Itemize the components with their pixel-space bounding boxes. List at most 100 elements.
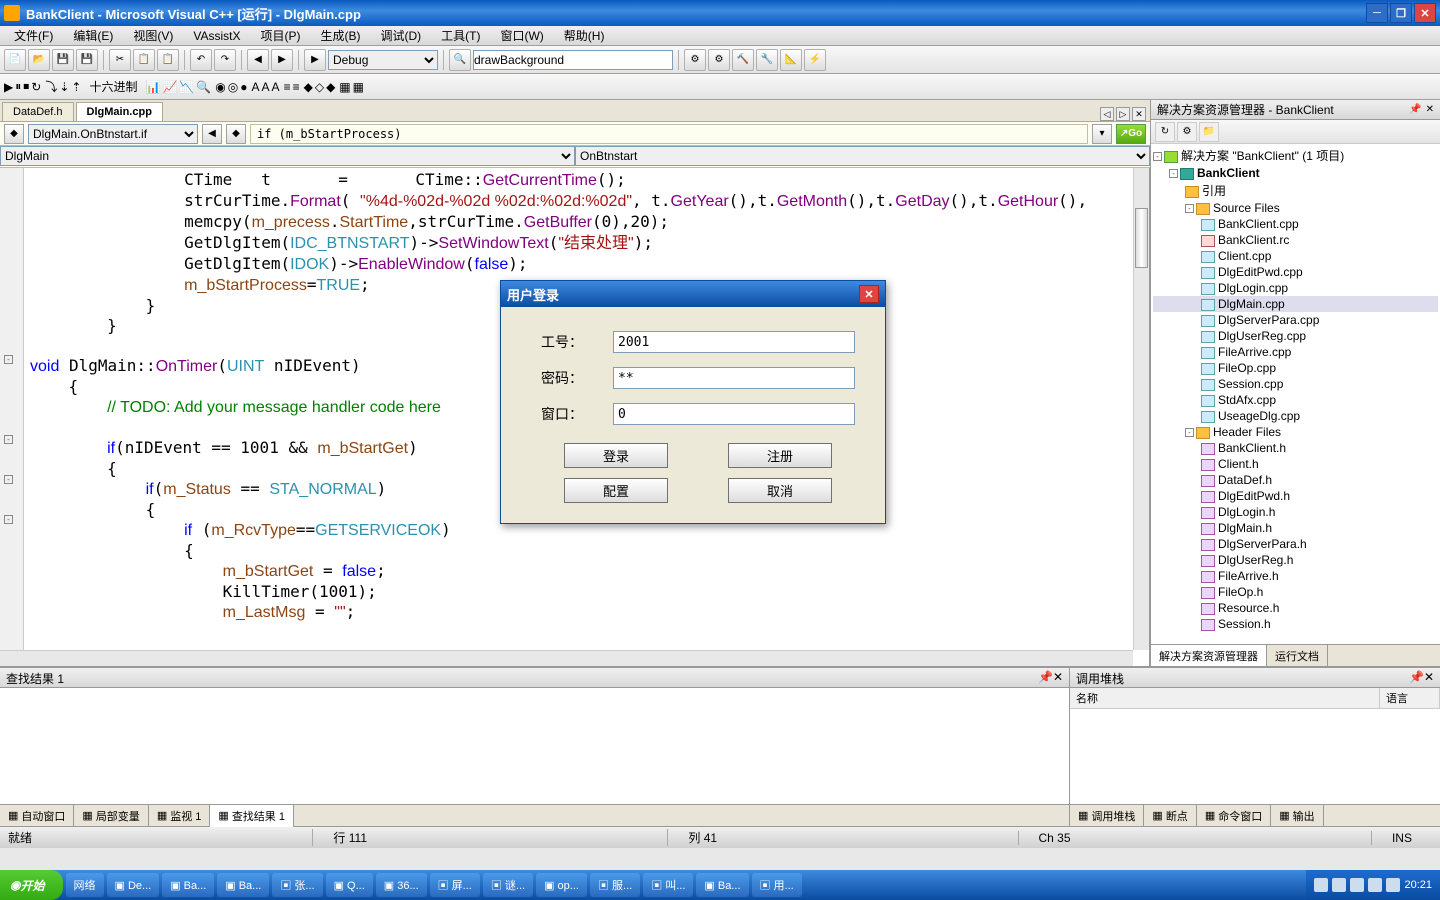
taskbar-app[interactable]: ▣ 谜...: [483, 873, 533, 897]
taskbar-app[interactable]: ▣ 叫...: [643, 873, 693, 897]
taskbar-app[interactable]: ▣ 服...: [590, 873, 640, 897]
tab-datadef[interactable]: DataDef.h: [2, 102, 74, 121]
tool-button[interactable]: 📊: [145, 80, 160, 94]
tab-close-icon[interactable]: ✕: [1132, 107, 1146, 121]
menu-build[interactable]: 生成(B): [310, 25, 370, 46]
nav-fwd-button[interactable]: ▶: [271, 49, 293, 71]
tray-icon[interactable]: [1368, 878, 1382, 892]
tool-button[interactable]: ◇: [315, 80, 324, 94]
find-icon[interactable]: 🔍: [449, 49, 471, 71]
callstack-body[interactable]: [1070, 709, 1440, 804]
menu-project[interactable]: 项目(P): [250, 25, 310, 46]
tool-button[interactable]: A: [272, 80, 280, 94]
pin-icon[interactable]: 📌: [1038, 670, 1053, 685]
solution-tree[interactable]: -解决方案 "BankClient" (1 项目)-BankClient引用-S…: [1151, 144, 1440, 644]
tool-button[interactable]: ◎: [228, 80, 238, 94]
breadcrumb[interactable]: if (m_bStartProcess): [250, 124, 1088, 144]
new-button[interactable]: 📄: [4, 49, 26, 71]
cut-button[interactable]: ✂: [109, 49, 131, 71]
taskbar-app[interactable]: ▣ Q...: [326, 873, 373, 897]
tool-button[interactable]: 🔍: [196, 80, 211, 94]
open-button[interactable]: 📂: [28, 49, 50, 71]
stop-button[interactable]: ⏹: [23, 79, 29, 94]
tool-button[interactable]: ⚙: [708, 49, 730, 71]
tool-button[interactable]: ◆: [326, 80, 335, 94]
tab-dlgmain[interactable]: DlgMain.cpp: [76, 102, 163, 121]
member-dropdown[interactable]: OnBtnstart: [575, 146, 1150, 166]
tool-button[interactable]: 📐: [780, 49, 802, 71]
class-dropdown[interactable]: DlgMain: [0, 146, 575, 166]
system-tray[interactable]: 20:21: [1306, 870, 1440, 900]
close-button[interactable]: ✕: [1414, 3, 1436, 23]
nav-marker-icon[interactable]: ◆: [226, 124, 246, 144]
step-over-button[interactable]: ⤵: [45, 78, 57, 95]
taskbar-app[interactable]: ▣ Ba...: [696, 873, 748, 897]
copy-button[interactable]: 📋: [133, 49, 155, 71]
tab-find-results[interactable]: ▦ 查找结果 1: [210, 805, 294, 827]
save-button[interactable]: 💾: [52, 49, 74, 71]
step-in-button[interactable]: ⇣: [59, 80, 69, 94]
sol-showfiles-icon[interactable]: 📁: [1199, 122, 1219, 142]
col-name[interactable]: 名称: [1070, 688, 1380, 708]
start-debug-button[interactable]: ▶: [304, 49, 326, 71]
dialog-close-button[interactable]: ✕: [859, 285, 879, 303]
input-password[interactable]: [613, 367, 855, 389]
tab-output[interactable]: ▦ 输出: [1271, 805, 1323, 827]
tool-button[interactable]: ◆: [304, 80, 313, 94]
tool-button[interactable]: ≡: [284, 80, 291, 94]
tab-prev-icon[interactable]: ◁: [1100, 107, 1114, 121]
pin-icon[interactable]: 📌: [1409, 104, 1421, 115]
save-all-button[interactable]: 💾: [76, 49, 98, 71]
taskbar-network[interactable]: 网络: [66, 873, 104, 897]
taskbar-app[interactable]: ▣ 屏...: [430, 873, 480, 897]
taskbar-app[interactable]: ▣ op...: [536, 873, 587, 897]
taskbar-app[interactable]: ▣ 36...: [376, 873, 427, 897]
nav-back-button[interactable]: ◀: [247, 49, 269, 71]
taskbar-app[interactable]: ▣ De...: [107, 873, 160, 897]
tool-button[interactable]: ◉: [215, 80, 225, 94]
find-input[interactable]: [473, 50, 673, 70]
tool-button[interactable]: A: [252, 80, 260, 94]
dropdown-icon[interactable]: ▾: [1092, 124, 1112, 144]
menu-help[interactable]: 帮助(H): [554, 25, 615, 46]
close-icon[interactable]: ✕: [1053, 670, 1063, 685]
taskbar-app[interactable]: ▣ Ba...: [162, 873, 214, 897]
minimize-button[interactable]: ─: [1366, 3, 1388, 23]
tab-callstack[interactable]: ▦ 调用堆栈: [1070, 805, 1144, 827]
tool-button[interactable]: ▦: [339, 80, 350, 94]
scope-dropdown[interactable]: DlgMain.OnBtnstart.if: [28, 124, 198, 144]
tray-icon[interactable]: [1386, 878, 1400, 892]
tool-button[interactable]: 📉: [179, 80, 194, 94]
tool-button[interactable]: ▦: [353, 80, 364, 94]
login-button[interactable]: 登录: [564, 443, 668, 468]
tab-watch[interactable]: ▦ 监视 1: [149, 805, 211, 827]
menu-tools[interactable]: 工具(T): [431, 25, 490, 46]
taskbar-app[interactable]: ▣ 张...: [272, 873, 322, 897]
nav-back-icon[interactable]: ◀: [202, 124, 222, 144]
tray-icon[interactable]: [1332, 878, 1346, 892]
input-employee-id[interactable]: [613, 331, 855, 353]
menu-file[interactable]: 文件(F): [4, 25, 63, 46]
menu-debug[interactable]: 调试(D): [370, 25, 431, 46]
tab-command-window[interactable]: ▦ 命令窗口: [1197, 805, 1271, 827]
tool-button[interactable]: ●: [240, 80, 247, 94]
menu-edit[interactable]: 编辑(E): [63, 25, 123, 46]
undo-button[interactable]: ↶: [190, 49, 212, 71]
restart-button[interactable]: ↻: [31, 80, 41, 94]
redo-button[interactable]: ↷: [214, 49, 236, 71]
tool-button[interactable]: 🔨: [732, 49, 754, 71]
menu-window[interactable]: 窗口(W): [490, 25, 553, 46]
tool-button[interactable]: 🔧: [756, 49, 778, 71]
vertical-scrollbar[interactable]: [1133, 168, 1149, 650]
pause-button[interactable]: ⏸: [15, 79, 21, 94]
config-dropdown[interactable]: Debug: [328, 50, 438, 70]
tab-solution-explorer[interactable]: 解决方案资源管理器: [1151, 645, 1267, 666]
cancel-button[interactable]: 取消: [728, 478, 832, 503]
config-button[interactable]: 配置: [564, 478, 668, 503]
taskbar-app[interactable]: ▣ Ba...: [217, 873, 269, 897]
tab-run-doc[interactable]: 运行文档: [1267, 645, 1328, 666]
close-icon[interactable]: ✕: [1426, 104, 1434, 115]
restore-button[interactable]: ❐: [1390, 3, 1412, 23]
close-icon[interactable]: ✕: [1424, 670, 1434, 685]
tool-button[interactable]: ⚡: [804, 49, 826, 71]
